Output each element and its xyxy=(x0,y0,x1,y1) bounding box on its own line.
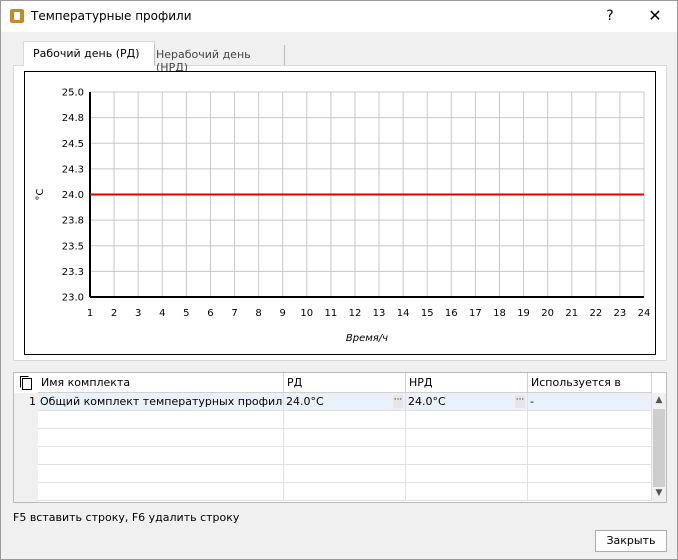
x-tick-label: 10 xyxy=(300,308,313,319)
keyboard-hint: F5 вставить строку, F6 удалить строку xyxy=(13,511,240,524)
x-tick-label: 4 xyxy=(159,308,165,319)
x-tick-label: 16 xyxy=(445,308,458,319)
x-tick-label: 11 xyxy=(325,308,338,319)
y-tick-label: 23.0 xyxy=(62,293,84,304)
table-empty-cell[interactable] xyxy=(38,465,284,483)
table-empty-cell[interactable] xyxy=(284,483,406,501)
column-header-used-in[interactable]: Используется в xyxy=(528,373,652,393)
y-tick-label: 24.3 xyxy=(62,164,84,175)
x-tick-label: 17 xyxy=(469,308,482,319)
y-tick-label: 23.8 xyxy=(62,216,84,227)
tab-working-day-label: Рабочий день (РД) xyxy=(33,47,140,60)
table-empty-cell[interactable] xyxy=(284,429,406,447)
table-cell-used-in[interactable]: - xyxy=(528,393,652,411)
table-empty-cell[interactable] xyxy=(406,447,528,465)
x-tick-label: 22 xyxy=(589,308,602,319)
copy-icon[interactable] xyxy=(18,375,34,391)
column-header-name[interactable]: Имя комплекта xyxy=(38,373,284,393)
scroll-down-icon[interactable]: ▼ xyxy=(654,488,664,498)
table-empty-cell[interactable] xyxy=(406,411,528,429)
table-empty-cell[interactable] xyxy=(528,483,652,501)
table-empty-cell[interactable] xyxy=(406,429,528,447)
tab-non-working-day[interactable]: Нерабочий день (НРД) xyxy=(154,45,285,74)
table-empty-cell[interactable] xyxy=(284,411,406,429)
vertical-scrollbar[interactable]: ▲ ▼ xyxy=(652,393,666,502)
close-icon[interactable]: ✕ xyxy=(645,6,665,26)
table-empty-cell[interactable] xyxy=(284,447,406,465)
x-tick-label: 18 xyxy=(493,308,506,319)
table-empty-cell[interactable] xyxy=(406,483,528,501)
tab-separator xyxy=(154,45,155,65)
x-tick-label: 19 xyxy=(517,308,530,319)
x-tick-label: 23 xyxy=(614,308,627,319)
help-button[interactable]: ? xyxy=(602,6,618,26)
app-icon xyxy=(10,9,24,23)
table-empty-cell[interactable] xyxy=(528,447,652,465)
x-tick-label: 7 xyxy=(231,308,237,319)
column-header-nrd[interactable]: НРД xyxy=(406,373,528,393)
table-empty-cell[interactable] xyxy=(38,483,284,501)
y-tick-label: 24.5 xyxy=(62,139,84,150)
table-empty-cell[interactable] xyxy=(528,465,652,483)
y-axis-label: °С xyxy=(35,188,46,200)
table-cell-nrd-value: 24.0°C xyxy=(408,395,446,408)
x-tick-label: 6 xyxy=(207,308,213,319)
title-bar: Температурные профили ? ✕ xyxy=(1,1,677,32)
x-tick-label: 2 xyxy=(111,308,117,319)
window-title: Температурные профили xyxy=(31,9,192,23)
x-axis-label: Время/ч xyxy=(346,333,388,344)
nrd-edit-button[interactable]: ··· xyxy=(515,395,525,408)
tab-working-day[interactable]: Рабочий день (РД) xyxy=(23,41,155,66)
x-tick-label: 21 xyxy=(565,308,578,319)
table-empty-cell[interactable] xyxy=(406,465,528,483)
x-tick-label: 15 xyxy=(421,308,434,319)
table-empty-cell[interactable] xyxy=(38,411,284,429)
y-tick-label: 25.0 xyxy=(62,88,84,99)
y-tick-label: 24.8 xyxy=(62,113,84,124)
close-button[interactable]: Закрыть xyxy=(595,530,667,552)
x-tick-label: 13 xyxy=(373,308,386,319)
y-tick-label: 23.3 xyxy=(62,267,84,278)
table-empty-cell[interactable] xyxy=(284,465,406,483)
scrollbar-thumb[interactable] xyxy=(653,409,665,487)
column-header-rd[interactable]: РД xyxy=(284,373,406,393)
x-tick-label: 14 xyxy=(397,308,410,319)
table-cell-rd[interactable]: 24.0°C ··· xyxy=(284,393,406,411)
y-tick-label: 24.0 xyxy=(62,190,84,201)
x-tick-label: 12 xyxy=(349,308,362,319)
table-cell-name[interactable]: Общий комплект температурных профилей xyxy=(38,393,284,411)
temperature-chart: 25.024.824.524.324.023.823.523.323.01 2 3 4… xyxy=(35,88,651,345)
tab-separator xyxy=(284,45,285,65)
chart-frame: 25.0 24.8 24.5 24.3 24.0 23.8 23.5 23.3 23.0 1 2 3 4… xyxy=(24,71,656,355)
table-empty-cell[interactable] xyxy=(528,411,652,429)
table-cell-nrd[interactable]: 24.0°C ··· xyxy=(406,393,528,411)
profiles-table: Имя комплекта РД НРД Используется в 1 Об… xyxy=(13,372,667,503)
x-tick-label: 5 xyxy=(183,308,189,319)
x-tick-label: 24 xyxy=(638,308,651,319)
table-empty-cell[interactable] xyxy=(38,429,284,447)
table-empty-cell[interactable] xyxy=(38,447,284,465)
x-tick-label: 3 xyxy=(135,308,141,319)
table-cell-rd-value: 24.0°C xyxy=(286,395,324,408)
scroll-up-icon[interactable]: ▲ xyxy=(654,395,664,405)
rd-edit-button[interactable]: ··· xyxy=(393,395,403,408)
table-empty-cell[interactable] xyxy=(528,429,652,447)
x-tick-label: 20 xyxy=(541,308,554,319)
x-tick-label: 1 xyxy=(87,308,93,319)
x-tick-label: 9 xyxy=(280,308,286,319)
row-number: 1 xyxy=(29,395,36,408)
y-tick-label: 23.5 xyxy=(62,241,84,252)
x-tick-label: 8 xyxy=(255,308,261,319)
dialog-window: Температурные профили ? ✕ Рабочий день (… xyxy=(0,0,678,560)
